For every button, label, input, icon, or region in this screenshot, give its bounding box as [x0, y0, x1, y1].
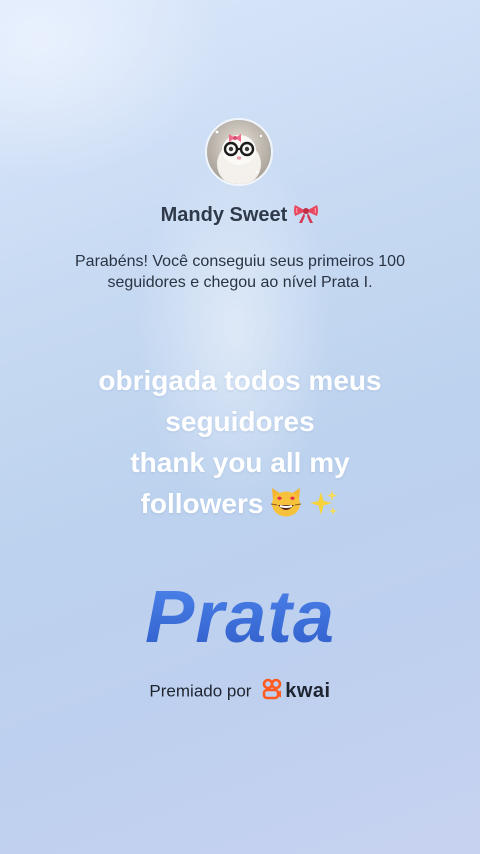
avatar[interactable] [205, 118, 273, 186]
user-name-row: Mandy Sweet [0, 202, 480, 230]
kwai-logo-icon [262, 678, 282, 705]
caption-line-4-text: followers [140, 488, 264, 519]
user-name: Mandy Sweet [160, 204, 288, 226]
kwai-wordmark: kwai [285, 680, 331, 702]
bow-emoji-icon [293, 202, 319, 230]
caption-line-1: obrigada todos meus [98, 365, 382, 396]
congrats-message: Parabéns! Você conseguiu seus primeiros … [75, 253, 405, 291]
awarded-by-row: Premiado por kwai [0, 678, 480, 705]
caption-text: obrigada todos meus seguidores thank you… [60, 360, 420, 529]
caption-line-4: followers [60, 483, 420, 529]
level-badge-text: Prata [0, 574, 480, 659]
avatar-image [207, 120, 271, 184]
awarded-by-label: Premiado por [149, 681, 252, 701]
caption-line-3: thank you all my [130, 447, 350, 478]
kwai-brand[interactable]: kwai [262, 678, 330, 705]
sparkles-emoji-icon [309, 488, 339, 529]
caption-line-2: seguidores [165, 406, 315, 437]
heart-eyes-cat-emoji-icon [269, 486, 303, 529]
